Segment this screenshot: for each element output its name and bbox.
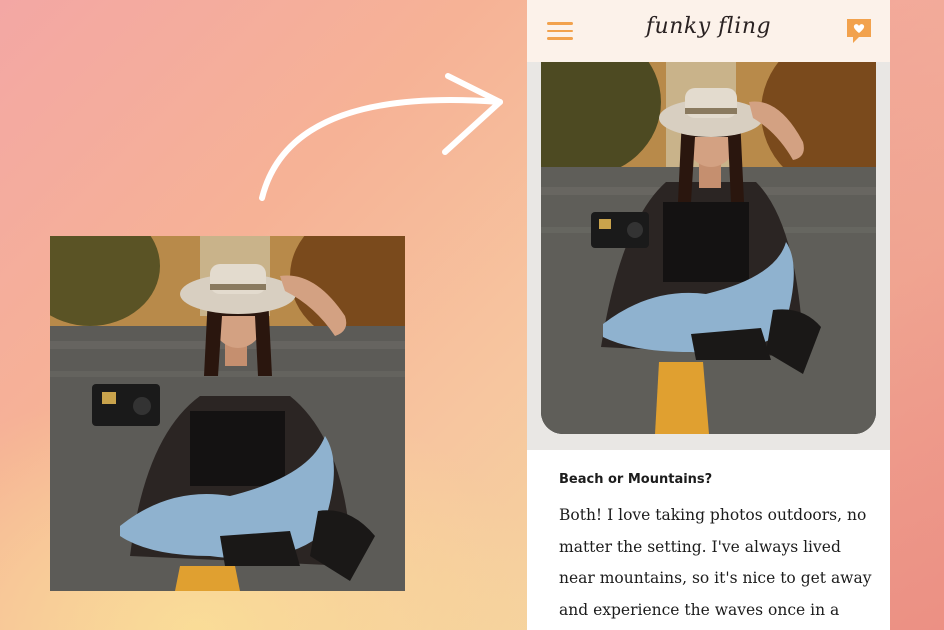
photo-card-area (527, 62, 890, 450)
original-photo (50, 236, 405, 591)
app-logo-title: funky fling (645, 14, 772, 39)
dating-app-profile-screen: funky fling Beach or Mountains? Both! I … (527, 0, 890, 630)
arrow-icon (259, 73, 503, 201)
heart-chat-icon[interactable] (845, 17, 873, 45)
profile-photo[interactable] (541, 62, 876, 434)
app-header: funky fling (527, 0, 890, 62)
prompt-section: Beach or Mountains? Both! I love taking … (527, 450, 890, 630)
prompt-answer: Both! I love taking photos outdoors, no … (559, 506, 872, 619)
prompt-question: Beach or Mountains? (559, 472, 713, 487)
